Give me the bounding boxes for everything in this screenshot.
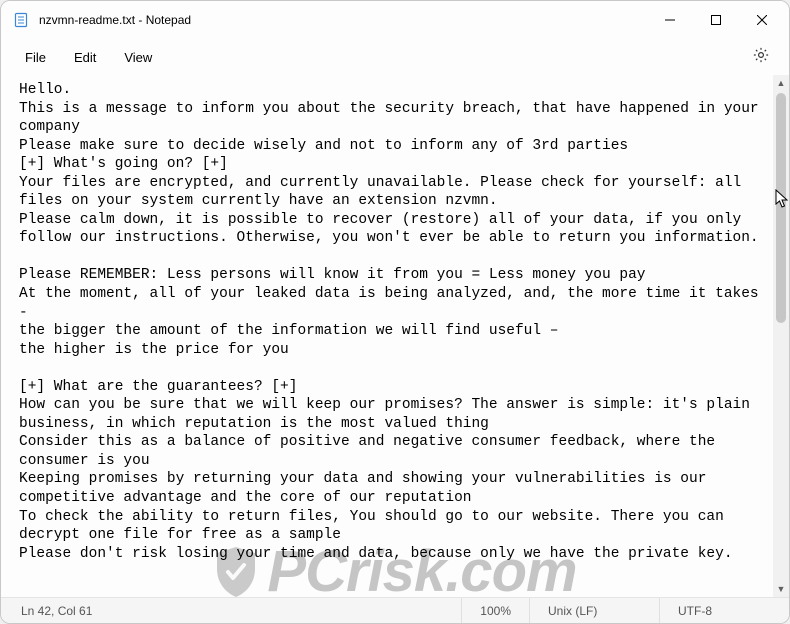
window-controls (647, 1, 785, 39)
menu-edit[interactable]: Edit (60, 44, 110, 71)
settings-button[interactable] (743, 39, 779, 75)
notepad-window: nzvmn-readme.txt - Notepad File Edit Vie… (0, 0, 790, 624)
menubar: File Edit View (1, 39, 789, 75)
gear-icon (752, 46, 770, 69)
minimize-button[interactable] (647, 1, 693, 39)
status-line-ending: Unix (LF) (529, 598, 659, 623)
maximize-button[interactable] (693, 1, 739, 39)
menu-view[interactable]: View (110, 44, 166, 71)
scrollbar-thumb[interactable] (776, 93, 786, 323)
vertical-scrollbar[interactable]: ▲ ▼ (773, 75, 789, 597)
close-button[interactable] (739, 1, 785, 39)
menu-file[interactable]: File (11, 44, 60, 71)
status-encoding: UTF-8 (659, 598, 779, 623)
status-zoom[interactable]: 100% (461, 598, 529, 623)
window-title: nzvmn-readme.txt - Notepad (39, 13, 191, 27)
notepad-app-icon (13, 12, 29, 28)
editor-area: Hello. This is a message to inform you a… (1, 75, 789, 597)
statusbar: Ln 42, Col 61 100% Unix (LF) UTF-8 (1, 597, 789, 623)
titlebar[interactable]: nzvmn-readme.txt - Notepad (1, 1, 789, 39)
status-cursor-position: Ln 42, Col 61 (11, 598, 110, 623)
scroll-up-arrow-icon[interactable]: ▲ (773, 75, 789, 91)
scroll-down-arrow-icon[interactable]: ▼ (773, 581, 789, 597)
text-editor[interactable]: Hello. This is a message to inform you a… (1, 75, 773, 597)
